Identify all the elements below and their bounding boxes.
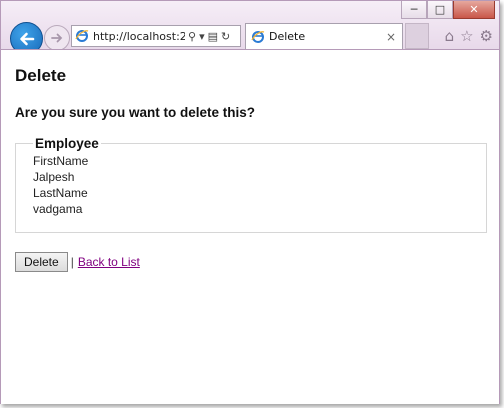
- refresh-icon[interactable]: ↻: [221, 30, 230, 43]
- forward-button[interactable]: [44, 25, 70, 51]
- home-icon[interactable]: ⌂: [445, 27, 455, 45]
- back-to-list-link[interactable]: Back to List: [78, 255, 140, 269]
- minimize-button[interactable]: ─: [401, 1, 427, 19]
- tab-title: Delete: [269, 30, 306, 43]
- confirm-question: Are you sure you want to delete this?: [15, 105, 256, 120]
- browser-titlebar: ─ □ ✕ http://localhost:206 ⚲ ▾ ▤ ↻: [1, 1, 499, 55]
- page-title: Delete: [15, 66, 67, 85]
- ie-tab-icon: [251, 30, 265, 43]
- form-actions: Delete | Back to List: [15, 252, 140, 272]
- ie-page-icon: [75, 30, 89, 42]
- separator: |: [70, 255, 74, 269]
- search-icon[interactable]: ⚲: [188, 30, 196, 43]
- favorites-star-icon[interactable]: ☆: [460, 27, 473, 45]
- address-url[interactable]: http://localhost:206: [93, 30, 185, 43]
- field-value-lastname: vadgama: [33, 202, 83, 216]
- field-value-firstname: Jalpesh: [33, 170, 75, 184]
- dropdown-arrow-icon[interactable]: ▾: [199, 30, 205, 43]
- employee-fieldset: Employee FirstName Jalpesh LastName vadg…: [15, 136, 487, 233]
- browser-window: ─ □ ✕ http://localhost:206 ⚲ ▾ ▤ ↻: [0, 0, 500, 404]
- arrow-left-icon: [19, 32, 34, 45]
- delete-button[interactable]: Delete: [15, 252, 68, 272]
- browser-tools: ⌂ ☆ ⚙: [445, 27, 493, 45]
- fieldset-legend: Employee: [33, 136, 101, 151]
- tab-delete[interactable]: Delete ×: [245, 23, 403, 49]
- settings-gear-icon[interactable]: ⚙: [480, 27, 493, 45]
- new-tab-button[interactable]: [405, 23, 429, 49]
- maximize-button[interactable]: □: [427, 1, 453, 19]
- address-bar[interactable]: http://localhost:206 ⚲ ▾ ▤ ↻: [71, 25, 241, 47]
- compatibility-view-icon[interactable]: ▤: [208, 30, 218, 43]
- tab-close-icon[interactable]: ×: [386, 30, 396, 44]
- close-window-button[interactable]: ✕: [453, 1, 495, 19]
- field-label-lastname: LastName: [33, 186, 88, 200]
- page-content: Delete Are you sure you want to delete t…: [1, 49, 499, 404]
- arrow-right-icon: [51, 33, 63, 43]
- window-caption-buttons: ─ □ ✕: [401, 1, 495, 19]
- field-label-firstname: FirstName: [33, 154, 89, 168]
